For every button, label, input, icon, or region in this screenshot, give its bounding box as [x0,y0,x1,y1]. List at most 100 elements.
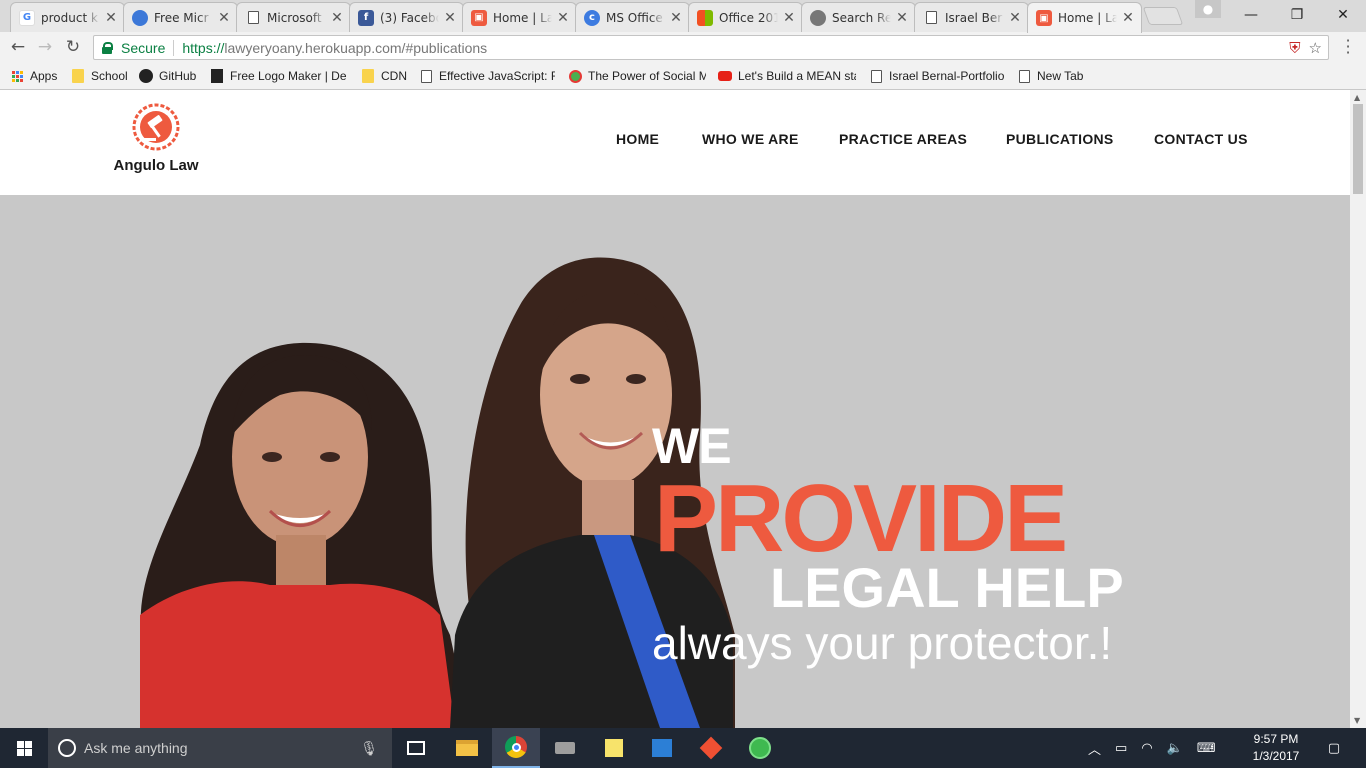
keyboard-icon[interactable]: ⌨ [1197,741,1216,756]
sticky-notes-icon[interactable] [590,728,638,768]
git-icon[interactable] [687,728,735,768]
logo-text: Angulo Law [113,157,199,174]
bookmark-logo-maker[interactable]: Free Logo Maker | De [210,67,346,85]
volume-icon[interactable]: 🔈 [1167,741,1183,756]
tab-close-icon[interactable]: ✕ [330,10,344,26]
windows-logo-icon [16,740,32,756]
browser-tab[interactable]: Microsoft ✕ [236,2,351,32]
browser-tab[interactable]: ▣ Home | La ✕ [462,2,577,32]
search-placeholder: Ask me anything [84,740,188,756]
browser-tab[interactable]: Search Re ✕ [801,2,916,32]
tab-title: (3) Facebo [380,10,439,25]
browser-tab-active[interactable]: ▣ Home | La ✕ [1027,2,1142,33]
hero-headline-legal-help: LEGAL HELP [770,556,1124,619]
divider [173,39,175,56]
action-center-icon[interactable]: ▢ [1322,728,1346,768]
wifi-icon[interactable]: ◠ [1141,741,1152,756]
tab-close-icon[interactable]: ✕ [217,10,231,26]
nav-home[interactable]: HOME [616,131,659,147]
tab-close-icon[interactable]: ✕ [895,10,909,26]
bookmark-apps[interactable]: Apps [10,67,57,85]
bookmark-new-tab[interactable]: New Tab [1017,67,1083,85]
outlook-icon[interactable] [638,728,686,768]
start-button[interactable] [0,728,48,768]
bookmark-portfolio[interactable]: Israel Bernal-Portfolio [869,67,1004,85]
tab-close-icon[interactable]: ✕ [443,10,457,26]
bookmark-label: Free Logo Maker | De [230,69,346,83]
cortana-icon [58,739,76,757]
browser-tab[interactable]: c MS Office ✕ [575,2,690,32]
atom-icon[interactable] [736,728,784,768]
show-hidden-icons-icon[interactable]: ︿ [1088,739,1101,758]
tab-title: Home | La [1058,11,1117,25]
address-bar[interactable]: Secure https://lawyeryoany.herokuapp.com… [93,35,1329,60]
forward-button[interactable]: → [33,36,57,58]
tab-title: Microsoft [267,10,322,25]
nav-practice-areas[interactable]: PRACTICE AREAS [839,131,967,147]
cortana-search-box[interactable]: Ask me anything 🎙 [48,728,392,768]
bookmark-folder-cdn[interactable]: CDN [361,67,407,85]
bookmark-folder-school[interactable]: School [71,67,128,85]
tab-close-icon[interactable]: ✕ [1008,10,1022,26]
nav-publications[interactable]: PUBLICATIONS [1006,131,1114,147]
nav-contact-us[interactable]: CONTACT US [1154,131,1248,147]
shield-icon[interactable]: ⛨ [1289,39,1300,57]
app-icon[interactable] [541,728,589,768]
nav-who-we-are[interactable]: WHO WE ARE [702,131,799,147]
tab-close-icon[interactable]: ✕ [669,10,683,26]
scroll-down-icon[interactable]: ▼ [1354,716,1360,725]
url-host-path: lawyeryoany.herokuapp.com/#publications [224,39,488,56]
browser-menu-icon[interactable]: · · · [1340,33,1356,61]
page-icon [869,69,883,83]
page-icon [245,10,261,26]
tab-close-icon[interactable]: ✕ [104,10,118,26]
bookmark-star-icon[interactable]: ☆ [1309,39,1322,57]
reload-button[interactable]: ↻ [61,36,85,58]
microphone-icon[interactable]: 🎙 [360,740,378,757]
tab-close-icon[interactable]: ✕ [1121,10,1135,26]
tab-strip: G product k ✕ Free Micr ✕ Microsoft ✕ f … [0,0,1366,33]
office-tiles-icon [697,9,713,26]
main-nav: HOME WHO WE ARE PRACTICE AREAS PUBLICATI… [0,131,1350,151]
page-scrollbar[interactable]: ▲ ▼ [1350,90,1366,728]
back-button[interactable]: ← [6,36,30,58]
chrome-icon[interactable] [492,728,540,768]
file-explorer-icon[interactable] [443,728,491,768]
bookmark-effective-js[interactable]: Effective JavaScript: Fr [419,67,555,85]
bookmark-social[interactable]: The Power of Social M [568,67,706,85]
restore-button[interactable]: ❐ [1274,0,1320,30]
taskbar-clock[interactable]: 9:57 PM 1/3/2017 [1244,731,1308,765]
minimize-button[interactable]: — [1228,0,1274,30]
url-text[interactable]: https://lawyeryoany.herokuapp.com/#publi… [182,40,487,56]
hero-banner: WE PROVIDE LEGAL HELP always your protec… [0,195,1350,728]
apps-grid-icon [10,69,24,83]
new-tab-button[interactable] [1142,7,1184,25]
bookmark-label: CDN [381,69,407,83]
hero-headline-we: WE [652,418,732,474]
browser-tab[interactable]: f (3) Facebo ✕ [349,2,464,32]
page-icon [419,69,433,83]
bookmark-github[interactable]: GitHub [139,67,196,85]
bookmark-mean-stack[interactable]: Let's Build a MEAN sta [718,67,856,85]
profile-icon[interactable]: ● [1195,0,1221,18]
search-result-icon [810,9,826,26]
tab-title: Office 201 [719,10,778,25]
close-window-button[interactable]: ✕ [1320,0,1366,30]
tab-title: product k [41,10,98,25]
system-tray: ︿ ▭ ◠ 🔈 ⌨ [1088,728,1216,768]
bookmark-label: Apps [30,69,58,83]
github-icon [139,69,153,83]
ms-office-icon: c [584,9,600,26]
browser-tab[interactable]: Office 201 ✕ [688,2,803,32]
browser-tab[interactable]: Israel Ber ✕ [914,2,1029,32]
scroll-up-icon[interactable]: ▲ [1354,93,1360,102]
social-icon [568,69,582,83]
tab-close-icon[interactable]: ✕ [782,10,796,26]
scrollbar-thumb[interactable] [1353,104,1363,194]
task-view-icon[interactable] [392,728,440,768]
browser-tab[interactable]: G product k ✕ [10,2,125,32]
battery-icon[interactable]: ▭ [1115,741,1127,756]
browser-tab[interactable]: Free Micr ✕ [123,2,238,32]
page-icon [923,10,939,26]
tab-close-icon[interactable]: ✕ [556,10,570,26]
